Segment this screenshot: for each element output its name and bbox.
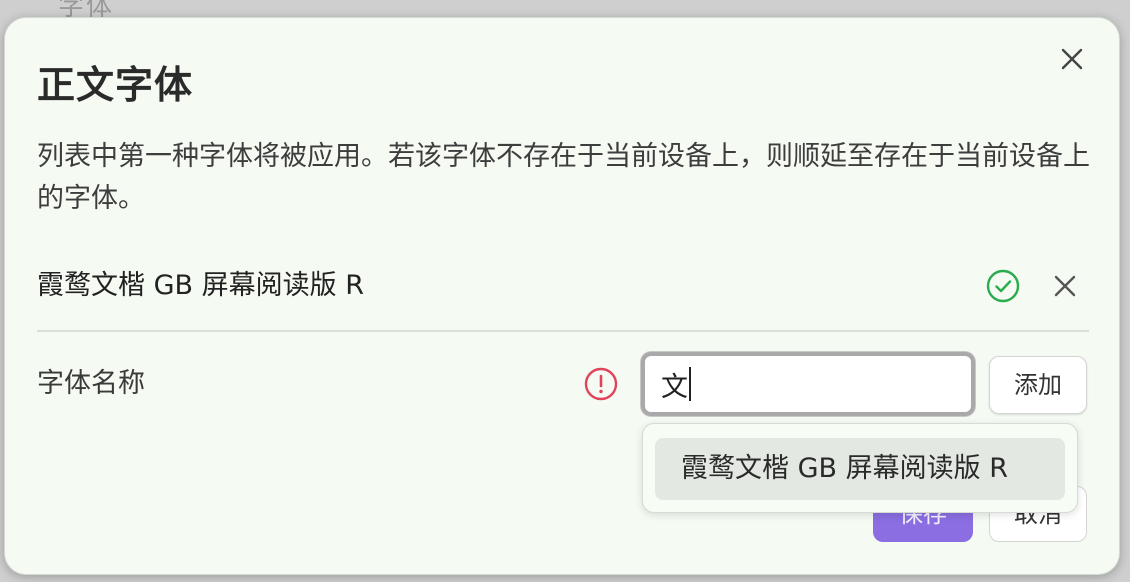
dialog-description: 列表中第一种字体将被应用。若该字体不存在于当前设备上，则顺延至存在于当前设备上的…: [37, 141, 1090, 214]
check-circle-icon: [986, 269, 1020, 303]
font-dialog: 正文字体 列表中第一种字体将被应用。若该字体不存在于当前设备上，则顺延至存在于当…: [4, 17, 1120, 575]
font-list-item: 霞鹜文楷 GB 屏幕阅读版 R: [37, 264, 1089, 308]
text-caret: [689, 367, 691, 401]
alert-circle-icon: [584, 367, 618, 401]
close-icon: [1061, 48, 1083, 70]
close-button[interactable]: [1055, 42, 1089, 76]
suggestion-item[interactable]: 霞鹜文楷 GB 屏幕阅读版 R: [655, 438, 1065, 500]
add-button[interactable]: 添加: [989, 356, 1087, 414]
remove-font-icon[interactable]: [1049, 270, 1081, 302]
dialog-title: 正文字体: [37, 63, 194, 107]
font-name-input[interactable]: [641, 352, 975, 416]
divider: [37, 330, 1089, 332]
font-list-item-name: 霞鹜文楷 GB 屏幕阅读版 R: [37, 270, 364, 301]
suggestion-dropdown: 霞鹜文楷 GB 屏幕阅读版 R: [642, 423, 1078, 513]
font-name-label: 字体名称: [37, 368, 145, 399]
